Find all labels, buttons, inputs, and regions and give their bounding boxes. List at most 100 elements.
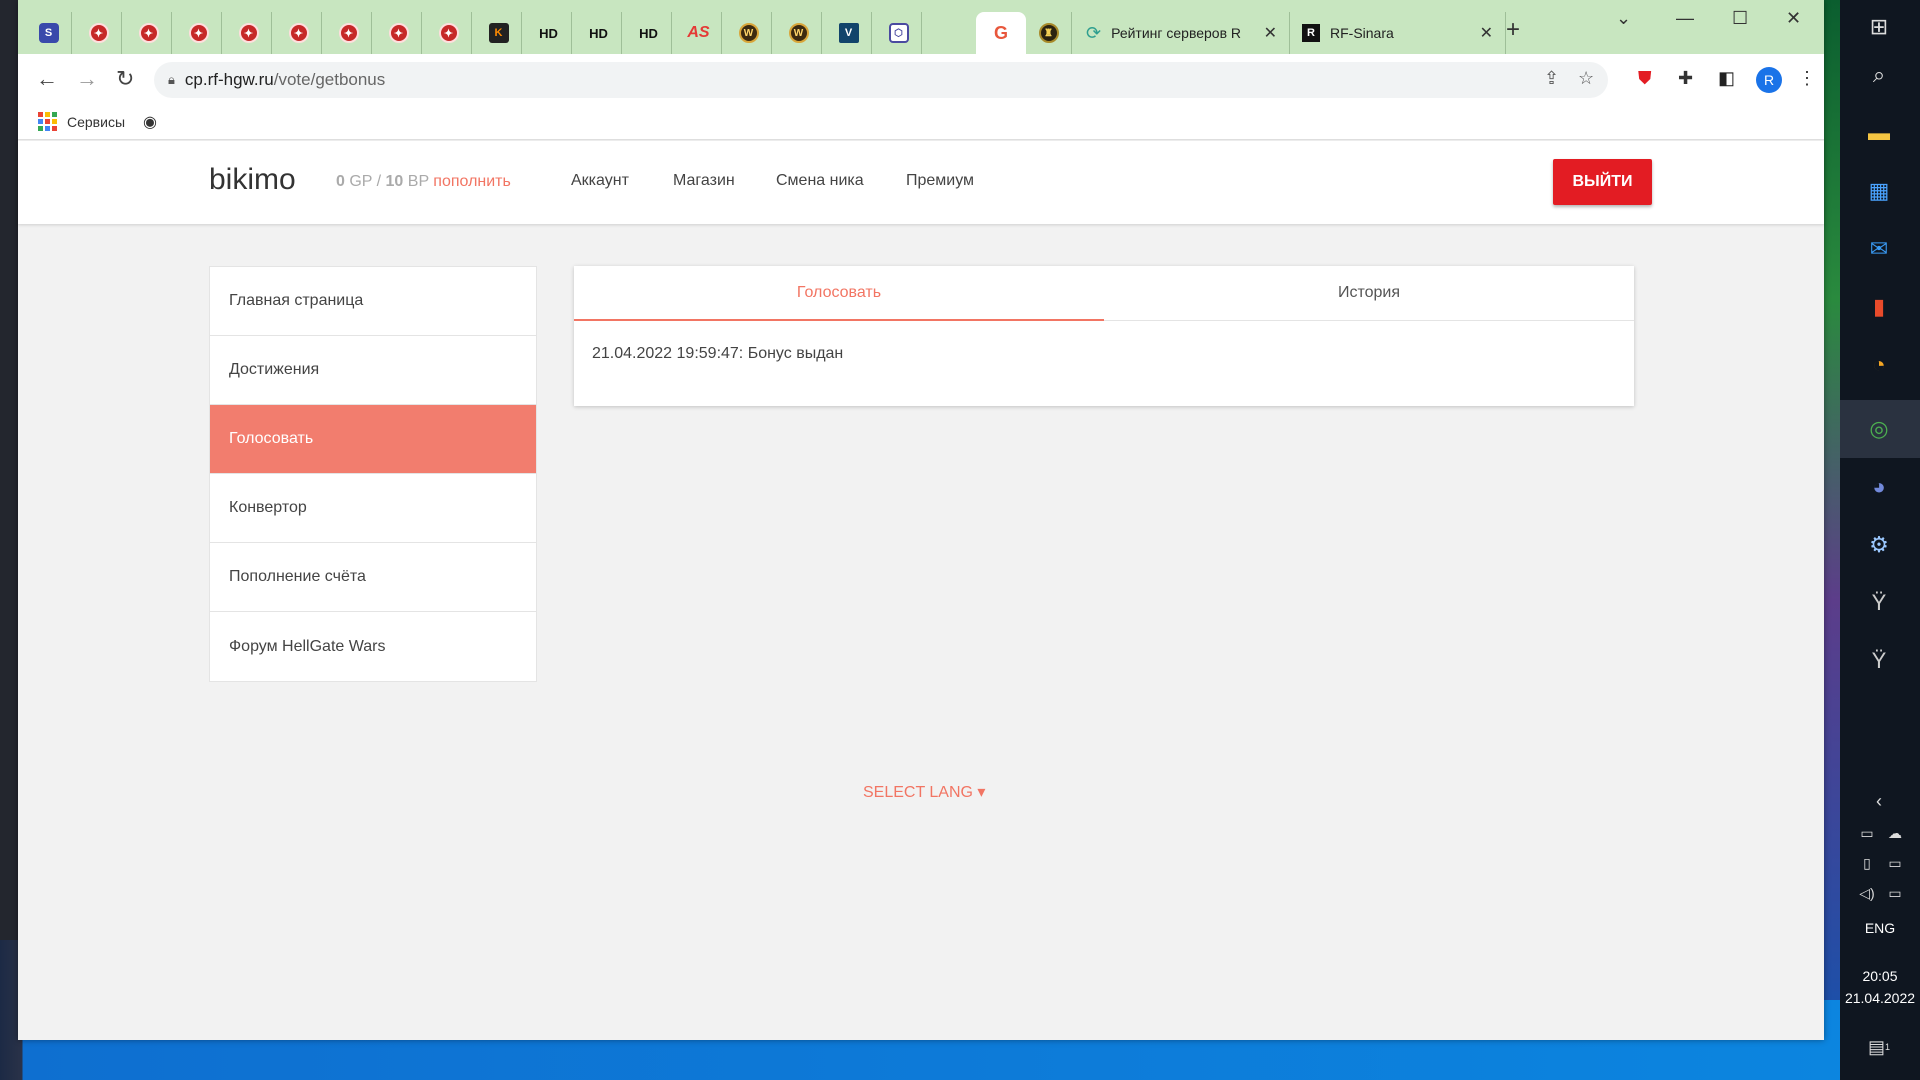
tab-mini[interactable]: AS: [676, 12, 722, 54]
rf-logo-icon: R: [1302, 24, 1320, 42]
back-arrow-icon[interactable]: ←: [36, 66, 58, 92]
tab-rating-servers[interactable]: ⟳ Рейтинг серверов R ✕: [1074, 12, 1290, 54]
bookmark-services[interactable]: Сервисы: [67, 114, 125, 130]
vote-panel: Голосовать История 21.04.2022 19:59:47: …: [574, 266, 1634, 406]
background-window-edge: [1822, 0, 1840, 1000]
red-badge-icon: ✦: [288, 23, 309, 43]
web-page: bikimo 0 GP / 10 BP пополнить Аккаунт Ма…: [18, 141, 1824, 1040]
tab-mini[interactable]: ✦: [276, 12, 322, 54]
game-launcher-icon[interactable]: Ÿ: [1862, 586, 1896, 620]
tab-mini[interactable]: HD: [526, 12, 572, 54]
windows-start-icon[interactable]: ⊞: [1862, 10, 1896, 44]
browser-toolbar: ← → ↻ 🔒︎ cp.rf-hgw.ru/vote/getbonus ⇪ ☆ …: [18, 54, 1824, 104]
apps-grid-icon[interactable]: [38, 112, 57, 131]
shield-extension-icon[interactable]: ⛊: [1638, 68, 1652, 89]
tab-vote[interactable]: Голосовать: [574, 266, 1104, 321]
chevron-left-icon[interactable]: ‹: [1862, 784, 1896, 818]
tab-mini[interactable]: ✦: [226, 12, 272, 54]
profile-avatar[interactable]: R: [1756, 67, 1782, 93]
game-launcher-icon[interactable]: Ÿ: [1862, 644, 1896, 678]
nav-change-nick[interactable]: Смена ника: [776, 172, 864, 190]
tab-mini[interactable]: W: [726, 12, 772, 54]
tab-rf-sinara[interactable]: R RF-Sinara ✕: [1290, 12, 1506, 54]
tab-mini[interactable]: ✦: [76, 12, 122, 54]
onedrive-icon[interactable]: ☁: [1878, 816, 1912, 850]
topup-link[interactable]: пополнить: [433, 173, 511, 190]
hexagon-icon: ⬡: [888, 23, 909, 43]
steam-icon[interactable]: ⚙: [1862, 528, 1896, 562]
mail-icon[interactable]: ✉: [1862, 232, 1896, 266]
lock-icon: 🔒︎: [168, 72, 175, 87]
bp-amount: 10: [385, 173, 404, 190]
minimize-button[interactable]: —: [1676, 8, 1694, 29]
tab-mini[interactable]: V: [826, 12, 872, 54]
file-explorer-icon[interactable]: ▬: [1862, 116, 1896, 150]
url-host: cp.rf-hgw.ru: [184, 70, 274, 89]
menu-kebab-icon[interactable]: ⋮: [1798, 68, 1816, 89]
v-logo-icon: V: [838, 23, 859, 43]
close-icon[interactable]: ✕: [1264, 23, 1277, 43]
site-s-icon: S: [38, 23, 59, 43]
chrome-icon[interactable]: ◎: [1862, 412, 1896, 446]
logout-button[interactable]: ВЫЙТИ: [1553, 159, 1652, 205]
sidebar-item[interactable]: Главная страница: [210, 267, 536, 336]
office-icon[interactable]: ▮: [1862, 290, 1896, 324]
sidebar-item[interactable]: Конвертор: [210, 474, 536, 543]
tab-mini[interactable]: HD: [626, 12, 672, 54]
select-lang-dropdown[interactable]: SELECT LANG ▾: [863, 782, 985, 802]
share-icon[interactable]: ⇪: [1544, 68, 1559, 89]
clock-time[interactable]: 20:05: [1840, 968, 1920, 984]
address-bar[interactable]: 🔒︎ cp.rf-hgw.ru/vote/getbonus ⇪ ☆: [154, 62, 1608, 98]
balance-info: 0 GP / 10 BP пополнить: [336, 173, 511, 191]
tab-mini[interactable]: W: [776, 12, 822, 54]
tab-search-chevron-icon[interactable]: ⌄: [1616, 8, 1631, 29]
wow-logo-icon: W: [788, 23, 809, 43]
search-icon[interactable]: ⌕: [1862, 58, 1896, 92]
tab-history[interactable]: История: [1104, 266, 1634, 320]
forward-arrow-icon[interactable]: →: [76, 66, 98, 92]
tab-mini[interactable]: K: [476, 12, 522, 54]
media-player-icon[interactable]: ◔: [1862, 348, 1896, 382]
new-tab-button[interactable]: +: [1506, 16, 1520, 44]
red-badge-icon: ✦: [438, 23, 459, 43]
tab-mini[interactable]: ⬡: [876, 12, 922, 54]
input-language[interactable]: ENG: [1840, 920, 1920, 936]
nav-premium[interactable]: Премиум: [906, 172, 974, 190]
tab-mini[interactable]: S: [26, 12, 72, 54]
tab-mini[interactable]: ✦: [176, 12, 222, 54]
clock-date[interactable]: 21.04.2022: [1840, 990, 1920, 1006]
tab-mini[interactable]: ✦: [326, 12, 372, 54]
battery-icon[interactable]: ▭: [1878, 846, 1912, 880]
sidebar-item[interactable]: Форум HellGate Wars: [210, 612, 536, 681]
red-badge-icon: ✦: [88, 23, 109, 43]
tab-mini[interactable]: ✦: [426, 12, 472, 54]
tab-mini[interactable]: ✦: [126, 12, 172, 54]
as-logo-icon: AS: [687, 24, 710, 41]
username-brand[interactable]: bikimo: [209, 163, 296, 197]
notification-count: 1: [1885, 1042, 1891, 1052]
puzzle-extensions-icon[interactable]: ✚: [1678, 68, 1693, 89]
tab-mini[interactable]: ✦: [376, 12, 422, 54]
nav-account[interactable]: Аккаунт: [571, 172, 629, 190]
close-icon[interactable]: ✕: [1480, 23, 1493, 43]
tab-active[interactable]: G: [976, 12, 1026, 54]
store-icon[interactable]: ▦: [1862, 174, 1896, 208]
tab-mini[interactable]: ♜: [1026, 12, 1072, 54]
reload-icon[interactable]: ↻: [116, 66, 134, 92]
network-icon[interactable]: ▭: [1878, 876, 1912, 910]
gp-label: GP /: [349, 173, 382, 190]
nav-shop[interactable]: Магазин: [673, 172, 735, 190]
side-panel-icon[interactable]: ◧: [1718, 68, 1735, 89]
discord-icon[interactable]: ◕: [1862, 470, 1896, 504]
globe-icon[interactable]: ◉: [143, 112, 157, 132]
g-logo-icon: G: [993, 22, 1008, 43]
sidebar-item[interactable]: Голосовать: [210, 405, 536, 474]
sidebar-item[interactable]: Пополнение счёта: [210, 543, 536, 612]
maximize-button[interactable]: ☐: [1732, 8, 1748, 29]
tab-mini[interactable]: HD: [576, 12, 622, 54]
notifications-icon[interactable]: ▤ 1: [1862, 1030, 1896, 1064]
star-icon[interactable]: ☆: [1578, 68, 1594, 89]
k-logo-icon: K: [488, 23, 509, 43]
close-window-button[interactable]: ✕: [1786, 8, 1801, 29]
sidebar-item[interactable]: Достижения: [210, 336, 536, 405]
